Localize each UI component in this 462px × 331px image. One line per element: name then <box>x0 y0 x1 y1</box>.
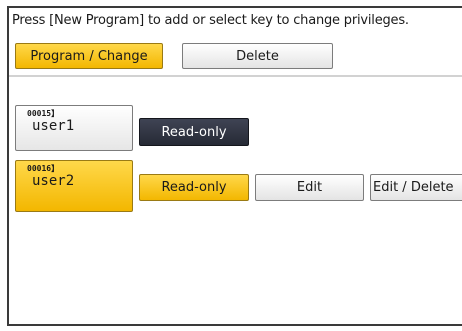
read-only-button[interactable]: Read-only <box>139 174 249 201</box>
instruction-text: Press [New Program] to add or select key… <box>12 13 409 28</box>
delete-tab[interactable]: Delete <box>182 43 333 69</box>
edit-delete-button[interactable]: Edit / Delete <box>370 174 462 201</box>
screen: Press [New Program] to add or select key… <box>0 0 462 331</box>
program-change-tab[interactable]: Program / Change <box>15 43 163 69</box>
edit-button[interactable]: Edit <box>255 174 364 201</box>
separator <box>9 75 462 77</box>
user-name: user2 <box>32 173 75 189</box>
user-key-user2[interactable]: 00016】 user2 <box>15 160 133 212</box>
user-name: user1 <box>32 118 75 134</box>
user-key-user1[interactable]: 00015】 user1 <box>15 105 133 151</box>
user1-privilege-status: Read-only <box>139 118 249 146</box>
